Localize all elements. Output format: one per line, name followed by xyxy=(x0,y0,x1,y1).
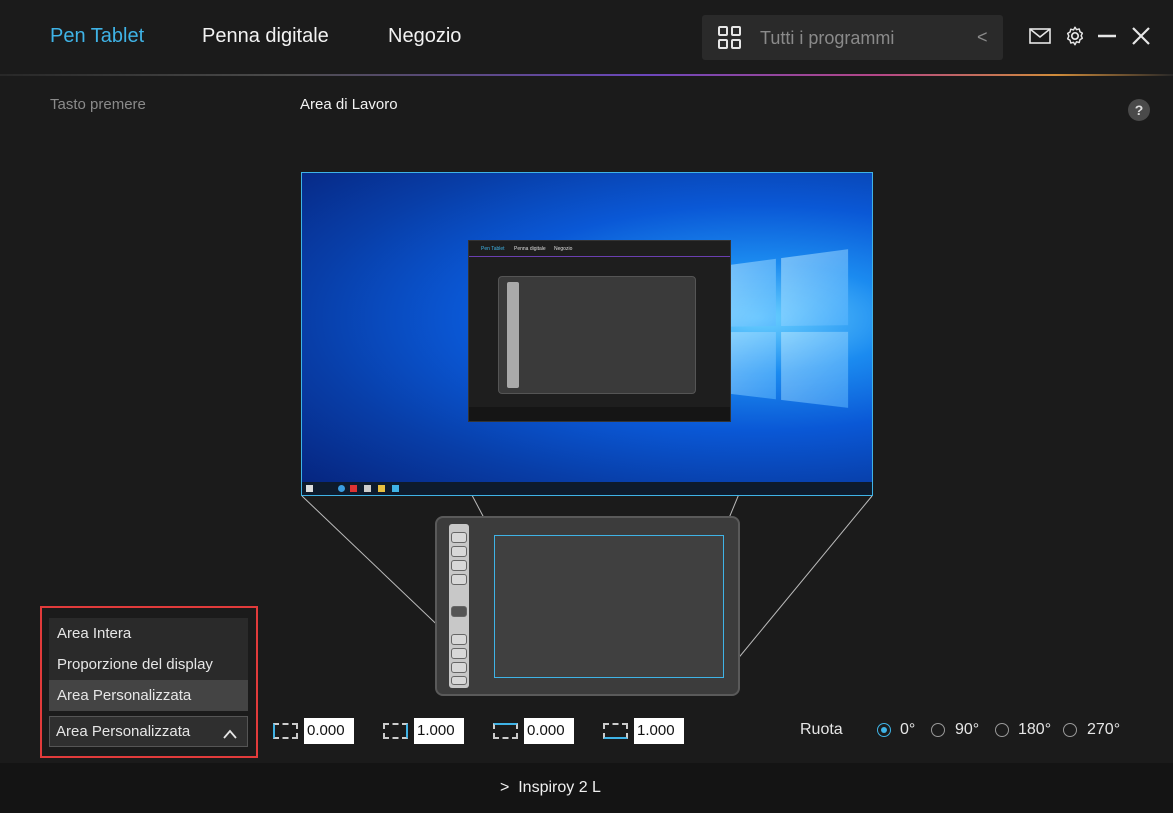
program-selector-label: Tutti i programmi xyxy=(760,28,895,48)
option-area-intera[interactable]: Area Intera xyxy=(49,618,248,649)
express-key xyxy=(451,532,467,543)
close-icon[interactable] xyxy=(1129,24,1153,48)
mini-key-strip xyxy=(507,282,519,388)
subtab-tasto-premere[interactable]: Tasto premere xyxy=(50,96,146,113)
monitor-preview: Pen Tablet Penna digitale Negozio xyxy=(301,172,873,496)
taskbar-app-icon xyxy=(338,485,345,492)
express-key xyxy=(451,546,467,557)
program-selector[interactable]: Tutti i programmi < xyxy=(702,15,1003,60)
area-mode-menu: Area Intera Proporzione del display Area… xyxy=(49,618,248,711)
subtab-area-di-lavoro[interactable]: Area di Lavoro xyxy=(300,96,398,113)
rotation-radio-180[interactable] xyxy=(995,723,1009,737)
gear-icon[interactable] xyxy=(1063,24,1087,48)
option-proporzione-display[interactable]: Proporzione del display xyxy=(49,649,248,680)
device-selector[interactable]: > Inspiroy 2 L xyxy=(500,779,601,797)
express-key xyxy=(451,634,467,645)
express-key xyxy=(451,606,467,617)
header-divider xyxy=(0,74,1173,76)
device-footer[interactable]: > Inspiroy 2 L xyxy=(0,763,1173,813)
right-edge-icon xyxy=(383,723,408,739)
tablet-preview xyxy=(435,516,740,696)
help-icon[interactable]: ? xyxy=(1128,99,1150,121)
taskbar-app-icon xyxy=(364,485,371,492)
option-area-personalizzata[interactable]: Area Personalizzata xyxy=(49,680,248,711)
coord-bottom-input[interactable] xyxy=(634,718,684,744)
taskbar-app-icon xyxy=(378,485,385,492)
chevron-right-icon: > xyxy=(500,779,510,796)
device-name: Inspiroy 2 L xyxy=(518,779,601,796)
tab-negozio[interactable]: Negozio xyxy=(388,25,461,48)
area-mode-dropdown-highlight: Area Intera Proporzione del display Area… xyxy=(40,606,258,758)
mini-tablet xyxy=(498,276,696,394)
rotation-label-270: 270° xyxy=(1087,721,1121,738)
express-key xyxy=(451,676,467,685)
coord-left-input[interactable] xyxy=(304,718,354,744)
express-key xyxy=(451,648,467,659)
rotation-label-0: 0° xyxy=(900,721,916,738)
area-mode-select[interactable]: Area Personalizzata xyxy=(49,716,248,747)
taskbar-app-icon xyxy=(392,485,399,492)
rotation-label: Ruota xyxy=(800,721,843,738)
rotation-label-90: 90° xyxy=(955,721,980,738)
windows-start-icon xyxy=(306,485,313,492)
tab-pen-tablet[interactable]: Pen Tablet xyxy=(50,25,144,48)
coord-right-input[interactable] xyxy=(414,718,464,744)
mini-footer xyxy=(469,407,730,421)
mail-icon[interactable] xyxy=(1028,24,1052,48)
mini-tab: Pen Tablet xyxy=(481,246,505,252)
mini-app-screenshot: Pen Tablet Penna digitale Negozio xyxy=(468,240,731,422)
mini-tab: Negozio xyxy=(554,246,573,252)
rotation-radio-0[interactable] xyxy=(877,723,891,737)
chevron-up-icon xyxy=(223,719,239,749)
chevron-left-icon[interactable]: < xyxy=(977,27,988,48)
windows-logo xyxy=(722,248,857,418)
top-edge-icon xyxy=(493,723,518,739)
rotation-radio-270[interactable] xyxy=(1063,723,1077,737)
coord-top-input[interactable] xyxy=(524,718,574,744)
area-mode-value: Area Personalizzata xyxy=(56,723,191,740)
mini-divider xyxy=(469,256,730,257)
tablet-work-area[interactable] xyxy=(494,535,724,678)
tab-penna-digitale[interactable]: Penna digitale xyxy=(202,25,329,48)
taskbar-app-icon xyxy=(350,485,357,492)
left-edge-icon xyxy=(273,723,298,739)
bottom-edge-icon xyxy=(603,723,628,739)
express-key-strip xyxy=(449,524,469,688)
taskbar xyxy=(302,482,872,495)
minimize-icon[interactable] xyxy=(1095,24,1119,48)
grid-icon xyxy=(718,26,742,50)
mini-tab: Penna digitale xyxy=(514,246,546,252)
express-key xyxy=(451,662,467,673)
express-key xyxy=(451,560,467,571)
express-key xyxy=(451,574,467,585)
app-header: Pen Tablet Penna digitale Negozio Tutti … xyxy=(0,0,1173,74)
rotation-label-180: 180° xyxy=(1018,721,1052,738)
rotation-radio-90[interactable] xyxy=(931,723,945,737)
